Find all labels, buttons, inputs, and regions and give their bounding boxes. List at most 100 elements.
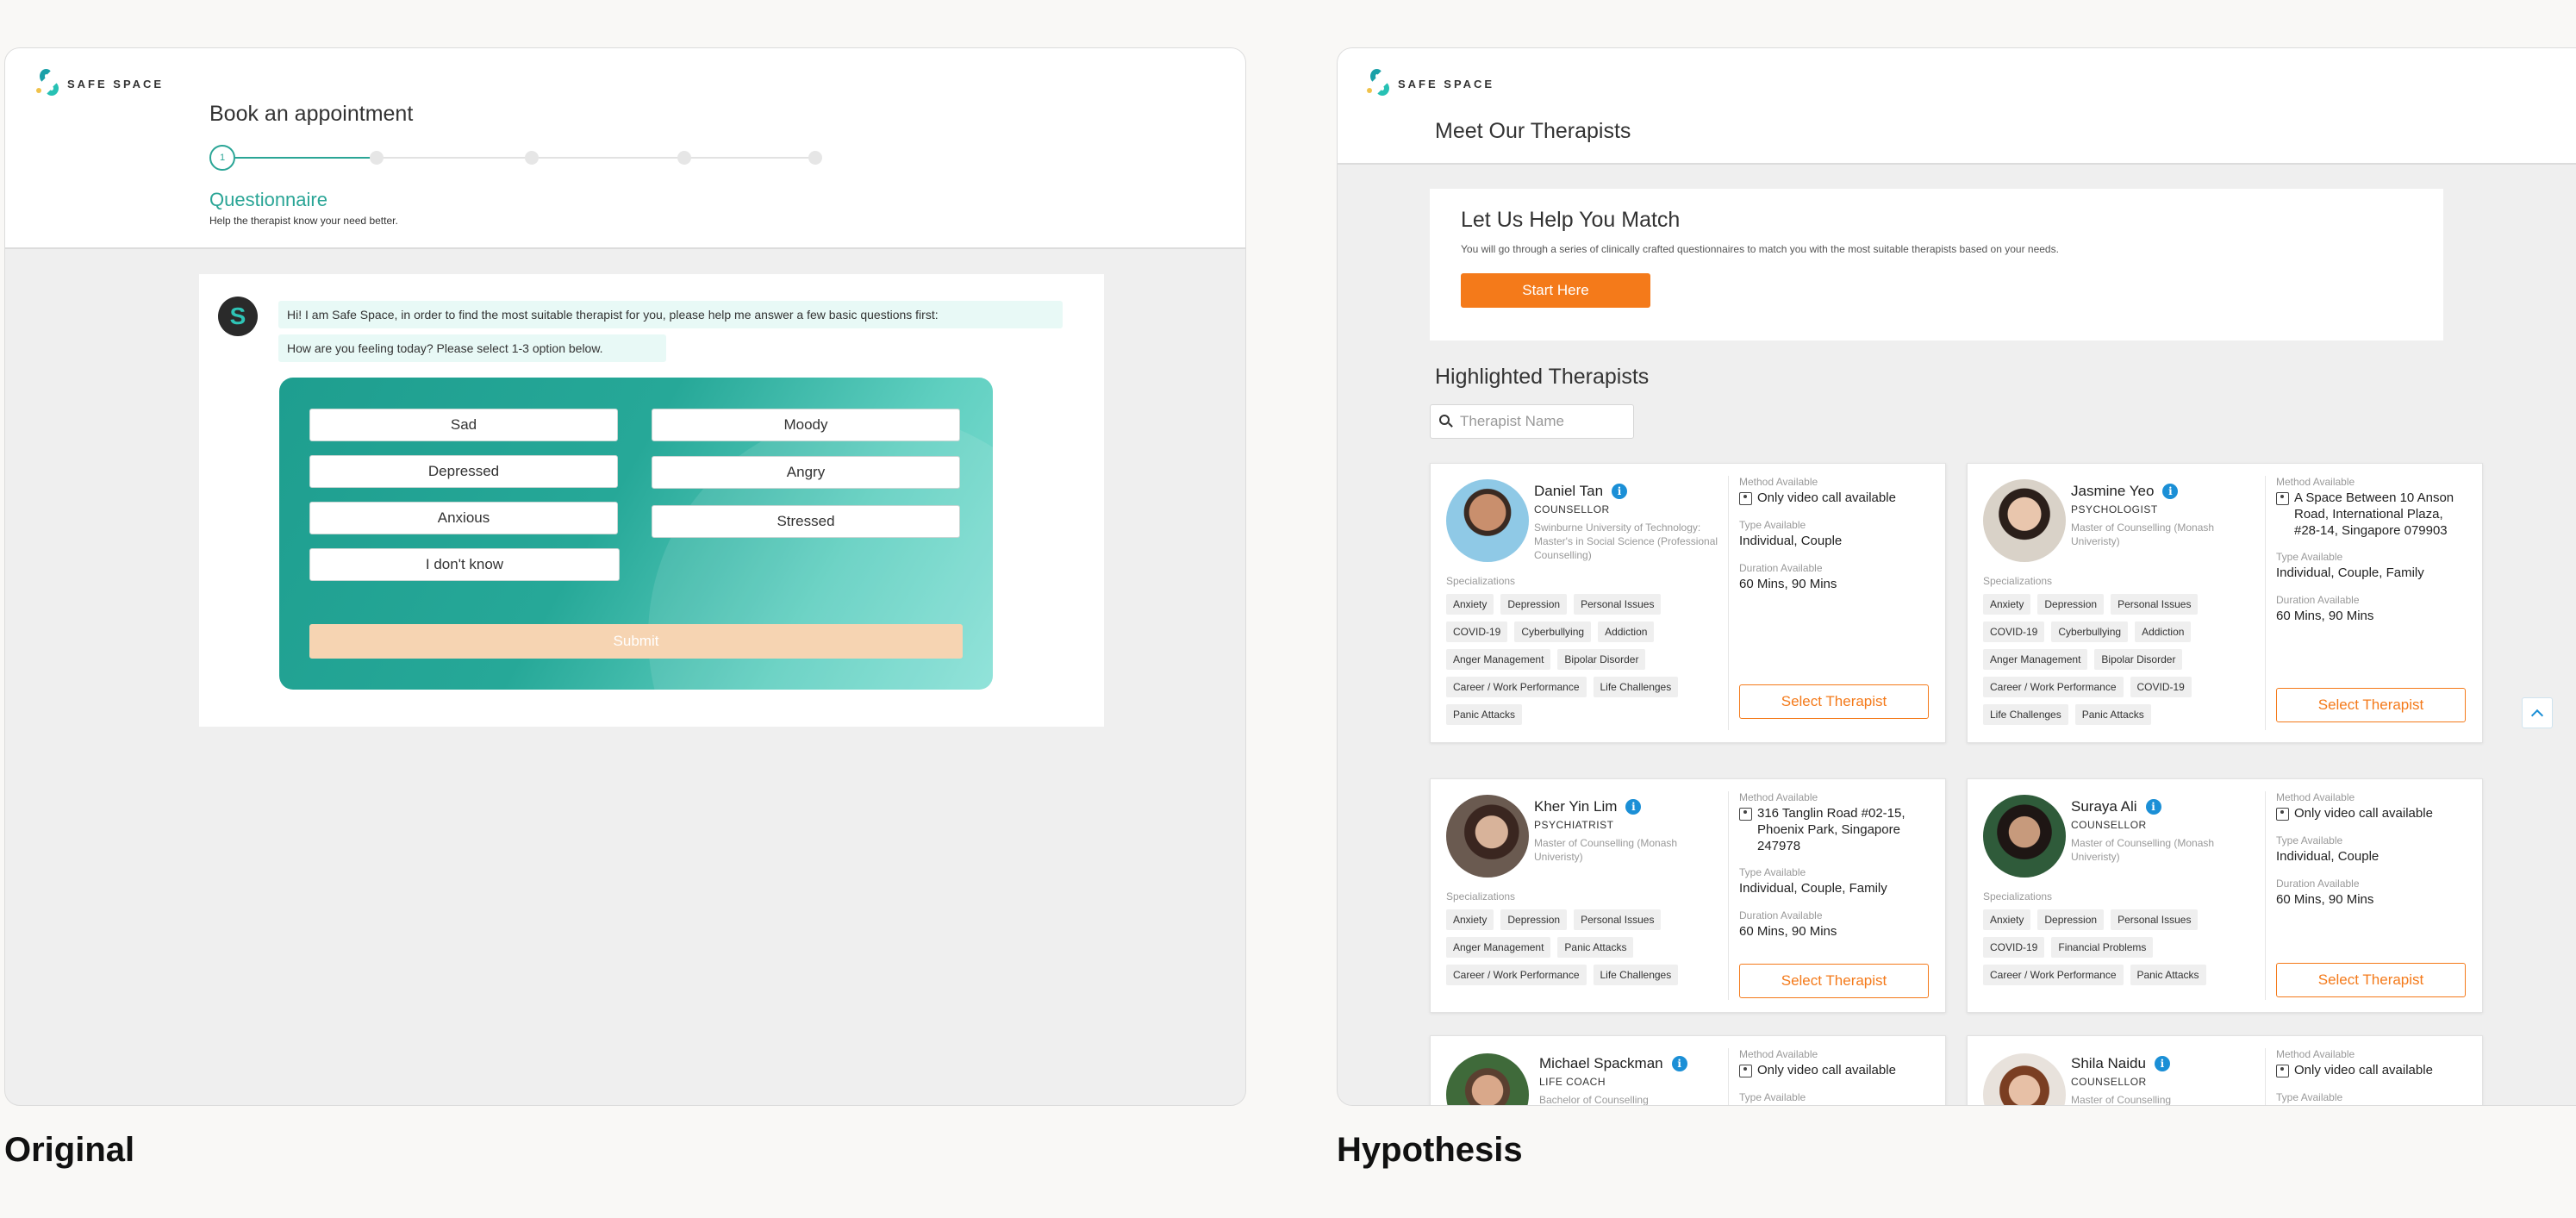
duration-value: 60 Mins, 90 Mins [2276, 609, 2374, 623]
tag: Cyberbullying [1514, 621, 1592, 642]
type-label: Type Available [1739, 866, 1806, 879]
specialization-tags: Anxiety Depression Personal Issues COVID… [1983, 909, 2259, 985]
page-title: Meet Our Therapists [1435, 119, 1631, 143]
option-moody[interactable]: Moody [652, 409, 960, 441]
method-text: Only video call available [2294, 1063, 2433, 1077]
match-description: You will go through a series of clinical… [1461, 243, 2059, 255]
option-angry[interactable]: Angry [652, 456, 960, 489]
method-label: Method Available [1739, 791, 1818, 803]
tag: Addiction [1598, 621, 1655, 642]
tag: COVID-19 [1983, 937, 2045, 958]
specializations-label: Specializations [1983, 575, 2053, 587]
hypothesis-panel: SAFE SPACE Meet Our Therapists Let Us He… [1337, 47, 2576, 1106]
tag: Personal Issues [1574, 909, 1662, 930]
chat-message: Hi! I am Safe Space, in order to find th… [278, 301, 1063, 328]
method-text: Only video call available [1757, 1063, 1896, 1077]
step-4 [677, 151, 691, 165]
therapist-role: COUNSELLOR [1534, 503, 1610, 515]
specializations-label: Specializations [1983, 890, 2053, 903]
tag: Anxiety [1446, 594, 1494, 615]
select-therapist-button[interactable]: Select Therapist [2276, 963, 2466, 997]
video-call-icon [2276, 1065, 2289, 1077]
option-sad[interactable]: Sad [309, 409, 618, 441]
tag: Addiction [2135, 621, 2192, 642]
therapist-meta: Method Available Only video call availab… [1739, 1048, 1933, 1105]
card-divider [2265, 791, 2266, 1000]
info-icon[interactable]: i [2145, 799, 2161, 815]
tag: Depression [2037, 909, 2105, 930]
info-icon[interactable]: i [2154, 1056, 2170, 1071]
card-divider [1728, 1048, 1729, 1105]
option-anxious[interactable]: Anxious [309, 502, 618, 534]
therapist-name-row: Kher Yin Lim i [1534, 798, 1642, 815]
therapist-card: Kher Yin Lim i PSYCHIATRIST Master of Co… [1430, 778, 1946, 1013]
therapist-card: Daniel Tan i COUNSELLOR Swinburne Univer… [1430, 463, 1946, 743]
select-therapist-button[interactable]: Select Therapist [1739, 964, 1929, 998]
type-value: Individual, Couple [1739, 533, 1843, 548]
tag: Bipolar Disorder [1557, 649, 1646, 670]
tag: Personal Issues [2111, 594, 2199, 615]
info-icon[interactable]: i [1671, 1056, 1687, 1071]
safe-space-logo[interactable]: SAFE SPACE [1367, 69, 1494, 98]
tag: Anger Management [1446, 649, 1551, 670]
safe-space-logo[interactable]: SAFE SPACE [36, 69, 164, 98]
therapist-photo [1446, 479, 1529, 562]
tag: Life Challenges [1593, 965, 1679, 985]
type-label: Type Available [1739, 518, 1806, 531]
therapist-name-row: Daniel Tan i [1534, 483, 1628, 500]
therapist-role: LIFE COACH [1539, 1076, 1606, 1088]
method-label: Method Available [1739, 476, 1818, 488]
step-2 [370, 151, 384, 165]
original-panel: SAFE SPACE Book an appointment 1 Questio… [4, 47, 1246, 1106]
option-dont-know[interactable]: I don't know [309, 548, 620, 581]
tag: Anxiety [1983, 594, 2031, 615]
original-caption: Original [4, 1131, 135, 1169]
questionnaire-card: S Hi! I am Safe Space, in order to find … [199, 274, 1104, 727]
tag: Anxiety [1983, 909, 2031, 930]
therapist-name-row: Shila Naidu i [2071, 1055, 2170, 1072]
info-icon[interactable]: i [1625, 799, 1642, 815]
select-therapist-button[interactable]: Select Therapist [2276, 688, 2466, 722]
step-1-number: 1 [219, 153, 226, 163]
specialization-tags: Anxiety Depression Personal Issues COVID… [1446, 594, 1722, 725]
card-divider [2265, 1048, 2266, 1105]
method-value: A Space Between 10 Anson Road, Internati… [2276, 490, 2470, 539]
match-title: Let Us Help You Match [1461, 208, 1681, 232]
logo-text: SAFE SPACE [1398, 77, 1495, 91]
method-value: Only video call available [2276, 806, 2470, 822]
therapist-name: Jasmine Yeo [2071, 483, 2155, 499]
therapist-photo [1446, 1053, 1529, 1105]
therapist-photo [1446, 795, 1529, 878]
mood-options-panel: Sad Moody Depressed Angry Anxious Stress… [279, 378, 993, 690]
tag: Depression [1500, 909, 1568, 930]
therapist-education: Master of Counselling (Monash Univeristy… [2071, 837, 2215, 864]
scroll-to-top-button[interactable] [2522, 697, 2553, 728]
option-depressed[interactable]: Depressed [309, 455, 618, 488]
therapist-search-input[interactable] [1460, 413, 1624, 430]
safe-space-logo-icon [36, 69, 62, 98]
therapist-education: Swinburne University of Technology: Mast… [1534, 522, 1718, 562]
therapist-name: Michael Spackman [1539, 1055, 1663, 1071]
option-stressed[interactable]: Stressed [652, 505, 960, 538]
info-icon[interactable]: i [1612, 484, 1628, 499]
tag: Cyberbullying [2051, 621, 2129, 642]
therapist-role: COUNSELLOR [2071, 1076, 2147, 1088]
duration-value: 60 Mins, 90 Mins [1739, 924, 1837, 939]
progress-stepper: 1 [209, 145, 830, 171]
therapist-name-row: Michael Spackman i [1539, 1055, 1687, 1072]
therapist-education: Master of Counselling (Monash Univeristy… [1534, 837, 1678, 864]
tag: Career / Work Performance [1983, 965, 2124, 985]
therapist-meta: Method Available Only video call availab… [2276, 791, 2470, 920]
location-icon [1739, 808, 1752, 821]
tag: COVID-19 [1983, 621, 2045, 642]
start-here-button[interactable]: Start Here [1461, 273, 1650, 308]
therapist-meta: Method Available A Space Between 10 Anso… [2276, 476, 2470, 637]
select-therapist-button[interactable]: Select Therapist [1739, 684, 1929, 719]
section-description: Help the therapist know your need better… [209, 215, 398, 227]
info-icon[interactable]: i [2162, 484, 2179, 499]
video-call-icon [1739, 1065, 1752, 1077]
submit-button[interactable]: Submit [309, 624, 963, 659]
tag: Panic Attacks [1557, 937, 1634, 958]
therapist-search[interactable] [1430, 404, 1634, 439]
method-value: Only video call available [1739, 490, 1933, 507]
